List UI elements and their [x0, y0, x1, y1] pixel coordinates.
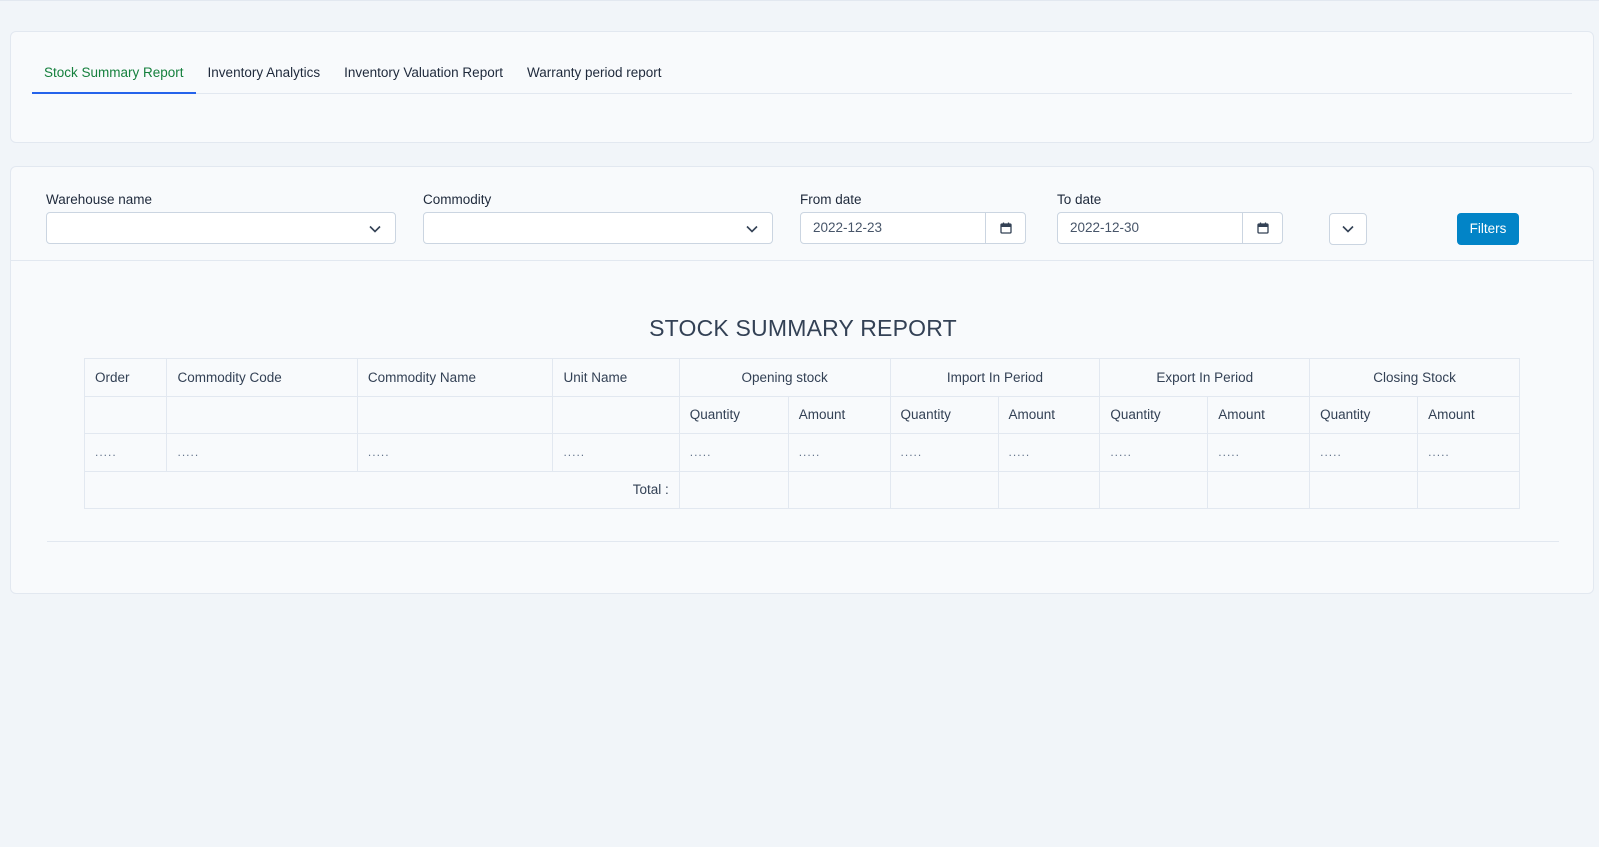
table-cell: .....	[1099, 433, 1209, 472]
to-date-picker-button[interactable]	[1242, 213, 1282, 243]
filters-button[interactable]: Filters	[1457, 213, 1519, 245]
subheader-quantity: Quantity	[678, 395, 789, 434]
table-cell: .....	[678, 433, 789, 472]
total-cell	[1309, 470, 1419, 509]
subheader-quantity: Quantity	[1309, 395, 1419, 434]
top-border	[0, 0, 1599, 2]
header-unit-name: Unit Name	[552, 358, 680, 397]
header-order: Order	[83, 358, 168, 397]
chevron-down-icon	[369, 225, 381, 233]
table-cell: .....	[552, 433, 680, 472]
report-title: STOCK SUMMARY REPORT	[649, 315, 957, 341]
table-cell: .....	[787, 433, 891, 472]
header-import-in-period: Import In Period	[889, 358, 1101, 397]
chevron-down-icon	[1342, 225, 1354, 233]
stock-summary-table: Order Commodity Code Commodity Name Unit…	[83, 358, 1520, 509]
table-cell: .....	[997, 433, 1101, 472]
table-cell	[356, 395, 554, 434]
header-commodity-code: Commodity Code	[166, 358, 358, 397]
from-date-field[interactable]: 2022-12-23	[800, 212, 1026, 244]
table-cell: .....	[1207, 433, 1311, 472]
table-cell	[552, 395, 680, 434]
total-cell	[1417, 470, 1520, 509]
calendar-icon	[1256, 222, 1269, 234]
to-date-label: To date	[1057, 192, 1102, 207]
subheader-amount: Amount	[787, 395, 891, 434]
table-cell: .....	[166, 433, 358, 472]
total-cell	[1099, 470, 1209, 509]
tab-stock-summary-report[interactable]: Stock Summary Report	[32, 60, 196, 94]
table-cell: .....	[83, 433, 168, 472]
total-cell	[997, 470, 1101, 509]
report-section: STOCK SUMMARY REPORT Order Commodity Cod…	[47, 282, 1559, 542]
table-header-row: Order Commodity Code Commodity Name Unit…	[83, 358, 1520, 397]
table-cell: .....	[356, 433, 554, 472]
total-label: Total :	[84, 470, 680, 509]
to-date-input[interactable]: 2022-12-30	[1058, 213, 1242, 243]
subheader-quantity: Quantity	[889, 395, 999, 434]
header-opening-stock: Opening stock	[678, 358, 891, 397]
table-cell: .....	[1309, 433, 1419, 472]
calendar-icon	[999, 222, 1012, 234]
tab-inventory-analytics[interactable]: Inventory Analytics	[196, 60, 333, 94]
tab-warranty-period-report[interactable]: Warranty period report	[515, 60, 674, 94]
table-cell: .....	[1417, 433, 1520, 472]
from-date-picker-button[interactable]	[985, 213, 1025, 243]
warehouse-select[interactable]	[46, 212, 396, 244]
from-date-input[interactable]: 2022-12-23	[801, 213, 985, 243]
table-cell	[83, 395, 168, 434]
filter-divider	[11, 260, 1593, 261]
report-tabs: Stock Summary Report Inventory Analytics…	[32, 60, 1572, 94]
warehouse-label: Warehouse name	[46, 192, 153, 207]
commodity-label: Commodity	[423, 192, 492, 207]
table-row: ..... ..... ..... ..... ..... ..... ....…	[83, 433, 1520, 472]
total-cell	[787, 470, 891, 509]
period-select[interactable]	[1329, 213, 1367, 245]
table-cell: .....	[889, 433, 999, 472]
subheader-quantity: Quantity	[1099, 395, 1209, 434]
total-cell	[889, 470, 999, 509]
report-card: Warehouse name Commodity From date 2022-…	[10, 166, 1594, 594]
table-subheader-row: Quantity Amount Quantity Amount Quantity…	[83, 395, 1520, 434]
tabs-card: Stock Summary Report Inventory Analytics…	[10, 31, 1594, 143]
total-cell	[1207, 470, 1311, 509]
commodity-select[interactable]	[423, 212, 773, 244]
total-cell	[678, 470, 789, 509]
subheader-amount: Amount	[1207, 395, 1311, 434]
header-closing-stock: Closing Stock	[1309, 358, 1520, 397]
subheader-amount: Amount	[1417, 395, 1520, 434]
from-date-label: From date	[800, 192, 862, 207]
table-total-row: Total :	[84, 470, 1520, 509]
subheader-amount: Amount	[997, 395, 1101, 434]
chevron-down-icon	[746, 225, 758, 233]
table-cell	[166, 395, 358, 434]
to-date-field[interactable]: 2022-12-30	[1057, 212, 1283, 244]
tab-inventory-valuation-report[interactable]: Inventory Valuation Report	[332, 60, 515, 94]
header-export-in-period: Export In Period	[1099, 358, 1311, 397]
header-commodity-name: Commodity Name	[356, 358, 554, 397]
